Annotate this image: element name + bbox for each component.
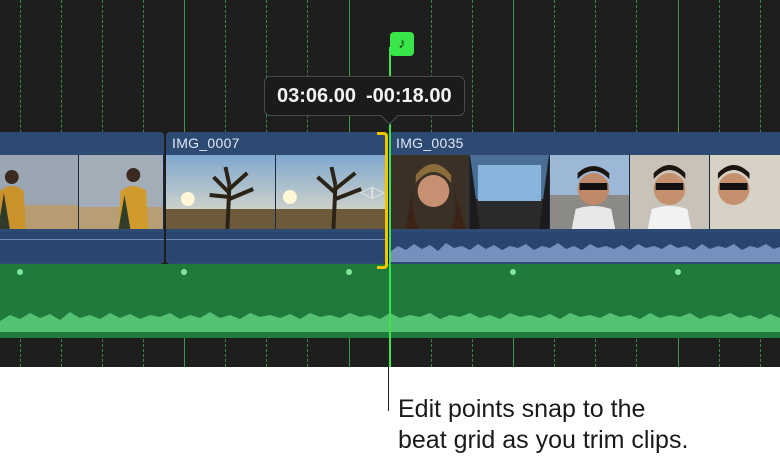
clip-audio-lane [166, 232, 386, 262]
clip-thumbnail [166, 155, 276, 229]
clip-thumbnail [630, 155, 710, 229]
clip-name: IMG_0035 [396, 135, 464, 151]
clip-thumbnail [0, 155, 79, 229]
clip-thumbnail [550, 155, 630, 229]
clip-thumbnail [470, 155, 550, 229]
beat-marker-dot [17, 269, 23, 275]
timeline[interactable]: IMG_0007 IMG_0035 ◁▷ ♪ 03:06.00 -00:18.0… [0, 0, 780, 367]
trim-cursor-icon: ◁▷ [360, 184, 385, 201]
beat-marker-dot [675, 269, 681, 275]
callout-line-2: beat grid as you trim clips. [398, 426, 689, 454]
beat-marker-dot [181, 269, 187, 275]
callout-line-1: Edit points snap to the [398, 395, 646, 423]
clip-thumbnail [390, 155, 470, 229]
beat-marker-dot [510, 269, 516, 275]
video-clip[interactable]: IMG_0007 [166, 132, 386, 264]
clip-filmstrip [166, 155, 386, 229]
timecode-position: 03:06.00 [277, 85, 356, 107]
clip-filmstrip [390, 155, 780, 229]
video-clip[interactable]: IMG_0035 [390, 132, 780, 264]
music-note-icon[interactable]: ♪ [390, 32, 414, 56]
trim-timecode-tooltip: 03:06.00 -00:18.00 [264, 76, 465, 116]
clip-thumbnail [79, 155, 164, 229]
callout-caption: Edit points snap to the beat grid as you… [398, 394, 778, 456]
clip-filmstrip [0, 155, 164, 229]
clip-thumbnail [710, 155, 780, 229]
beat-marker-dot [346, 269, 352, 275]
volume-line[interactable] [0, 239, 164, 240]
clip-audio-lane [0, 232, 164, 262]
clip-audio-lane [390, 232, 780, 262]
clip-name: IMG_0007 [172, 135, 240, 151]
volume-line[interactable] [166, 239, 386, 240]
callout-leader-line [388, 367, 389, 411]
timecode-delta: -00:18.00 [365, 85, 452, 107]
video-clip[interactable] [0, 132, 164, 264]
